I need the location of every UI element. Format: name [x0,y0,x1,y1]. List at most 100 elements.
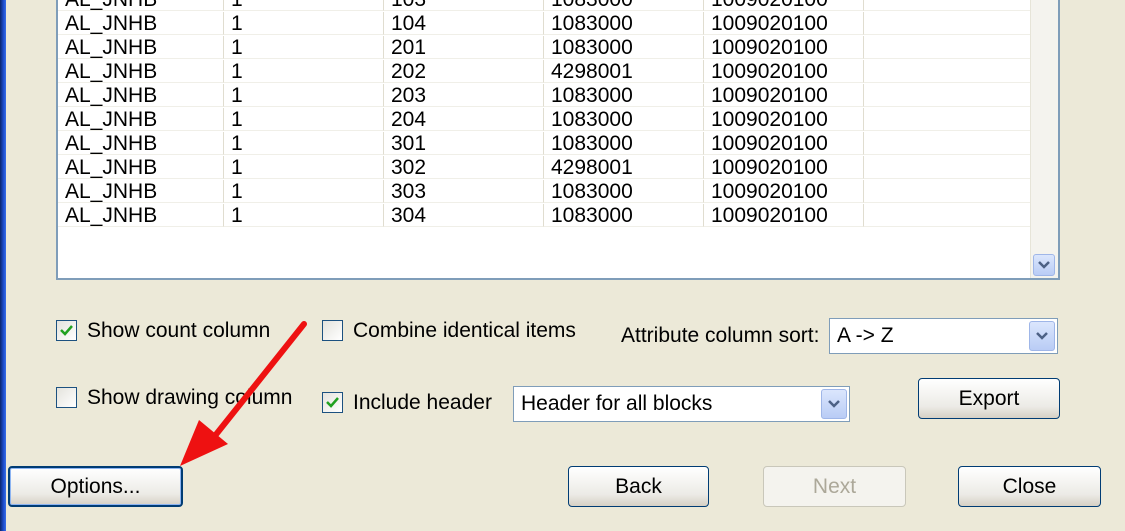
table-cell: 1009020100 [704,204,864,227]
table-cell: 304 [384,204,544,227]
table-row[interactable]: AL_JNHB 1 203 1083000 1009020100 [58,84,1033,107]
chevron-down-icon [1036,332,1048,340]
table-cell: 1009020100 [704,108,864,131]
table-cell: 302 [384,156,544,179]
table-row[interactable]: AL_JNHB 1 204 1083000 1009020100 [58,108,1033,131]
checkmark-icon [326,397,339,408]
show-count-checkbox[interactable]: Show count column [56,319,296,344]
table-cell: 202 [384,60,544,83]
table-cell [864,108,1033,131]
table-cell: 1083000 [544,180,704,203]
table-cell: 1009020100 [704,132,864,155]
table-cell: 103 [384,0,544,11]
sort-label: Attribute column sort: [621,324,820,347]
checkbox-box[interactable] [322,392,343,413]
window-border [0,0,6,531]
table-cell: 1 [224,0,384,11]
scroll-down-button[interactable] [1033,254,1055,276]
attribute-table[interactable]: AL_JNHB110310830001009020100AL_JNHB11041… [56,0,1060,280]
include-header-label: Include header [353,391,492,414]
table-cell [864,36,1033,59]
checkbox-box[interactable] [56,320,77,341]
table-cell: 1009020100 [704,156,864,179]
table-cell: 1083000 [544,132,704,155]
table-cell [864,180,1033,203]
table-cell: 1083000 [544,84,704,107]
table-cell: 1009020100 [704,36,864,59]
table-row[interactable]: AL_JNHB 1 201 1083000 1009020100 [58,36,1033,59]
table-cell [864,12,1033,35]
combine-identical-label: Combine identical items [353,319,576,342]
table-cell: 1 [224,36,384,59]
table-cell: AL_JNHB [58,156,224,179]
next-button[interactable]: Next [763,466,906,507]
sort-dropdown-button[interactable] [1029,321,1055,351]
chevron-down-icon [1038,261,1050,269]
table-cell: 201 [384,36,544,59]
table-row[interactable]: AL_JNHB 1 303 1083000 1009020100 [58,180,1033,203]
table-cell: AL_JNHB [58,36,224,59]
table-row[interactable]: AL_JNHB 1 304 1083000 1009020100 [58,204,1033,227]
table-cell: AL_JNHB [58,132,224,155]
table-cell: 1083000 [544,108,704,131]
table-row[interactable]: AL_JNHB110310830001009020100 [58,0,1033,11]
sort-select[interactable]: A -> Z [829,318,1058,354]
options-button[interactable]: Options... [8,466,183,507]
table-cell: 1 [224,84,384,107]
combine-identical-checkbox[interactable]: Combine identical items [322,319,602,344]
table-cell: AL_JNHB [58,108,224,131]
table-cell: 1 [224,204,384,227]
checkmark-icon [60,325,73,336]
close-button[interactable]: Close [958,466,1101,507]
table-cell: 303 [384,180,544,203]
table-cell: AL_JNHB [58,60,224,83]
table-cell: 1 [224,108,384,131]
table-cell [864,204,1033,227]
table-cell: 1 [224,60,384,83]
table-cell: 204 [384,108,544,131]
table-cell: 203 [384,84,544,107]
table-cell: 1083000 [544,36,704,59]
back-button[interactable]: Back [568,466,709,507]
checkbox-box[interactable] [322,320,343,341]
checkbox-box[interactable] [56,387,77,408]
table-cell: 1009020100 [704,0,864,11]
table-cell: 1083000 [544,204,704,227]
table-cell: 1009020100 [704,84,864,107]
table-cell: AL_JNHB [58,12,224,35]
header-value: Header for all blocks [521,392,713,415]
table-row[interactable]: AL_JNHB 1 302 4298001 1009020100 [58,156,1033,179]
table-cell: AL_JNHB [58,84,224,107]
header-dropdown-button[interactable] [821,389,847,419]
table-cell: 1083000 [544,12,704,35]
table-row[interactable]: AL_JNHB 1 104 1083000 1009020100 [58,12,1033,35]
sort-value: A -> Z [837,324,894,347]
show-drawing-checkbox[interactable]: Show drawing column [56,386,301,411]
table-row[interactable]: AL_JNHB 1 301 1083000 1009020100 [58,132,1033,155]
table-cell: AL_JNHB [58,204,224,227]
table-cell: 1 [224,132,384,155]
export-button[interactable]: Export [918,378,1060,419]
table-cell [864,132,1033,155]
header-select[interactable]: Header for all blocks [513,386,850,422]
table-cell: 1083000 [544,0,704,11]
table-cell: 1 [224,12,384,35]
table-cell: 1009020100 [704,180,864,203]
table-cell: AL_JNHB [58,0,224,11]
table-row[interactable]: AL_JNHB 1 202 4298001 1009020100 [58,60,1033,83]
table-cell [864,156,1033,179]
show-count-label: Show count column [87,319,271,342]
show-drawing-label: Show drawing column [87,386,293,409]
table-cell: AL_JNHB [58,180,224,203]
table-cell: 4298001 [544,60,704,83]
include-header-checkbox[interactable]: Include header [322,391,507,416]
table-cell: 104 [384,12,544,35]
chevron-down-icon [828,400,840,408]
table-cell: 1009020100 [704,12,864,35]
table-cell: 1009020100 [704,60,864,83]
table-cell [864,60,1033,83]
table-cell [864,0,1033,11]
table-cell: 1 [224,156,384,179]
table-cell: 4298001 [544,156,704,179]
vertical-scrollbar[interactable] [1030,0,1058,278]
